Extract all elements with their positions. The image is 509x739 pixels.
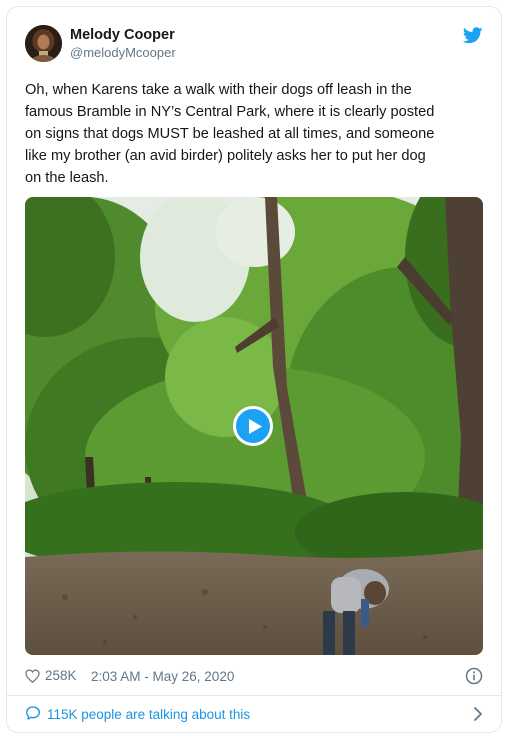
- display-name[interactable]: Melody Cooper: [70, 26, 176, 44]
- twitter-bird-icon[interactable]: [462, 27, 483, 44]
- tweet-header: Melody Cooper @melodyMcooper: [25, 25, 483, 69]
- video-thumbnail[interactable]: [25, 197, 483, 655]
- tweet-card: Melody Cooper @melodyMcooper Oh, when Ka…: [6, 6, 502, 733]
- avatar[interactable]: [25, 25, 62, 62]
- author-names: Melody Cooper @melodyMcooper: [70, 26, 176, 62]
- timestamp[interactable]: 2:03 AM - May 26, 2020: [91, 669, 234, 684]
- like-button[interactable]: 258K: [25, 668, 77, 683]
- tweet-text: Oh, when Karens take a walk with their d…: [25, 82, 435, 186]
- heart-icon: [25, 668, 40, 683]
- chat-bubble-icon: [26, 706, 40, 720]
- conversation-link[interactable]: 115K people are talking about this: [25, 703, 483, 727]
- chevron-right-icon: [474, 707, 482, 721]
- tweet-meta: 258K 2:03 AM - May 26, 2020: [25, 665, 483, 689]
- handle[interactable]: @melodyMcooper: [70, 44, 176, 62]
- like-count: 258K: [45, 668, 77, 683]
- divider: [7, 695, 501, 696]
- info-icon[interactable]: [465, 667, 483, 685]
- conversation-label: 115K people are talking about this: [47, 707, 251, 722]
- play-button[interactable]: [233, 406, 273, 446]
- play-icon: [249, 419, 262, 434]
